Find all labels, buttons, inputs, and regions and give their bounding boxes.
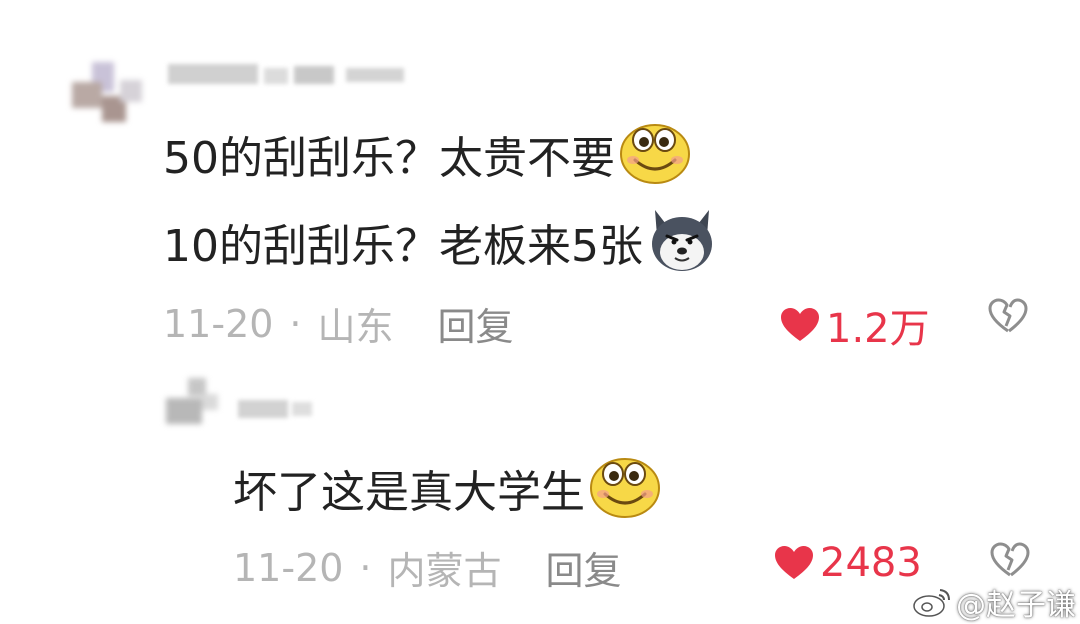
reply-username[interactable] [238,398,318,420]
comment-text-line-2: 10的刮刮乐？老板来5张 [163,206,717,288]
comment-meta: 11-20 · 山东 回复 [163,296,514,351]
comment-line-2-text: 10的刮刮乐？老板来5张 [163,221,643,272]
reply-meta: 11-20 · 内蒙古 回复 [233,540,622,595]
comment-location: 山东 [317,305,394,349]
reply-text-content: 坏了这是真大学生 [233,467,585,518]
comment-like-count: 1.2万 [826,306,930,352]
meta-separator: · [289,301,302,346]
reply-reply-button[interactable]: 回复 [546,540,622,595]
reply-like-count: 2483 [820,540,922,586]
reply-like-button[interactable]: 2483 [774,540,922,586]
broken-heart-icon [988,298,1028,333]
comment-text-line-1: 50的刮刮乐？太贵不要 [163,120,691,198]
husky-dog-emoji-icon [647,206,717,288]
heart-filled-icon [781,308,819,341]
meta-separator: · [359,545,372,590]
comment-like-button[interactable]: 1.2万 [780,296,930,354]
commenter-username[interactable] [168,62,428,86]
comment-dislike-button[interactable] [988,298,1028,338]
weibo-watermark: @赵子谦 [912,580,1076,624]
comment-date: 11-20 [163,301,274,346]
heart-filled-icon [775,546,813,579]
reply-avatar[interactable] [166,378,222,428]
reply-location: 内蒙古 [387,549,502,593]
commenter-avatar[interactable] [72,62,144,130]
reply-date: 11-20 [233,545,344,590]
weibo-logo-icon [913,589,950,617]
comment-reply-button[interactable]: 回复 [438,296,514,351]
reply-dislike-button[interactable] [990,542,1030,582]
broken-heart-icon [990,542,1030,577]
reply-text: 坏了这是真大学生 [233,454,661,532]
smiling-face-emoji-icon [589,454,661,532]
smiling-face-emoji-icon [619,120,691,198]
comment-line-1-text: 50的刮刮乐？太贵不要 [163,133,615,184]
watermark-text: @赵子谦 [956,588,1076,623]
